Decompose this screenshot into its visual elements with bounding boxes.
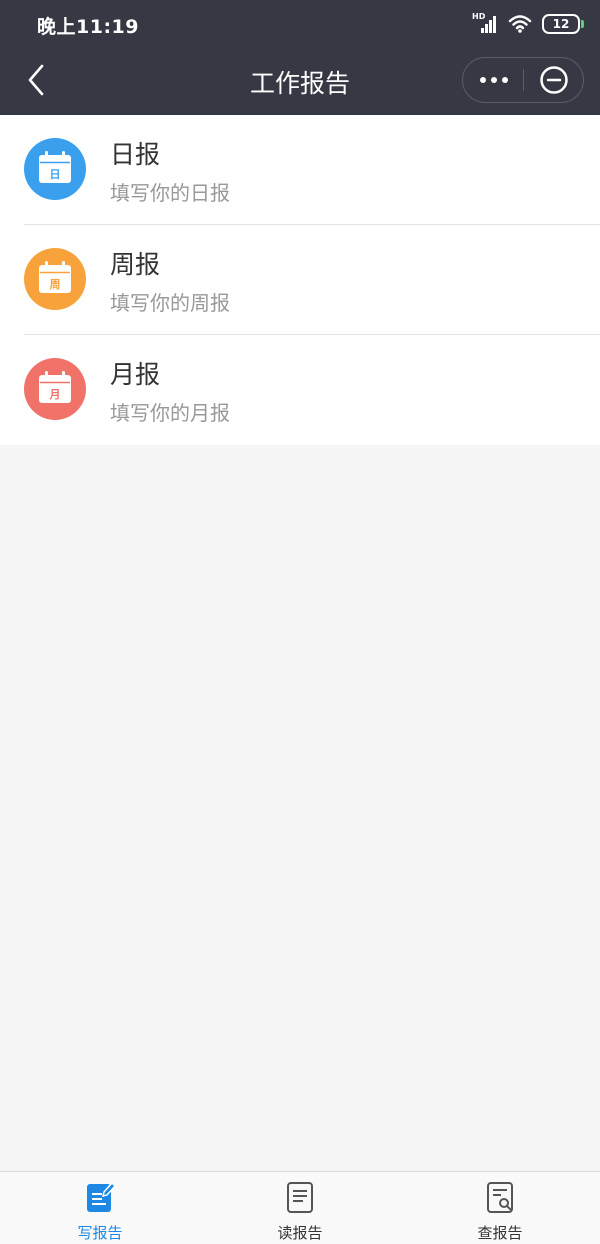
report-subtitle: 填写你的周报 [110, 291, 230, 315]
report-title: 月报 [110, 360, 161, 389]
monthly-calendar-icon: 月 [24, 358, 86, 420]
weekly-calendar-icon: 周 [24, 248, 86, 310]
calendar-glyph: 日 [50, 168, 61, 181]
calendar-glyph: 月 [49, 388, 61, 401]
report-subtitle: 填写你的日报 [110, 181, 230, 205]
tab-label: 写报告 [77, 1224, 123, 1242]
tab-read-report[interactable]: 读报告 [200, 1172, 400, 1244]
daily-calendar-icon: 日 [24, 138, 86, 200]
bottom-tab-bar: 写报告 读报告 查报告 [0, 1171, 600, 1244]
report-item-weekly[interactable]: 周 周报 填写你的周报 [0, 225, 600, 335]
report-item-monthly[interactable]: 月 月报 填写你的月报 [0, 335, 600, 445]
status-indicators: HD 12 [472, 12, 584, 36]
more-dots-icon [479, 77, 486, 83]
cellular-signal-icon: HD [472, 13, 498, 35]
tab-write-report[interactable]: 写报告 [0, 1172, 200, 1244]
search-report-icon [487, 1182, 513, 1213]
mini-program-capsule [462, 57, 584, 103]
report-subtitle: 填写你的月报 [110, 401, 230, 425]
close-mini-program-button[interactable] [524, 58, 584, 102]
report-title: 日报 [110, 140, 161, 169]
more-button[interactable] [463, 58, 524, 102]
calendar-glyph: 周 [50, 278, 61, 291]
minus-circle-icon [540, 66, 568, 94]
battery-icon: 12 [542, 14, 584, 34]
status-time: 晚上11:19 [37, 16, 139, 38]
tab-label: 查报告 [477, 1224, 523, 1242]
report-title: 周报 [110, 250, 161, 279]
report-list: 日 日报 填写你的日报 周 周报 填写你的周报 月 月报 填写你的月报 [0, 115, 600, 445]
report-item-daily[interactable]: 日 日报 填写你的日报 [0, 115, 600, 225]
tab-search-report[interactable]: 查报告 [400, 1172, 600, 1244]
top-bar: 晚上11:19 HD 12 工作报告 [0, 0, 600, 115]
network-type-label: HD [472, 12, 486, 21]
write-report-icon [87, 1181, 116, 1212]
battery-level: 12 [552, 17, 570, 31]
tab-label: 读报告 [277, 1224, 323, 1242]
wifi-icon [508, 15, 532, 33]
read-report-icon [287, 1182, 313, 1213]
